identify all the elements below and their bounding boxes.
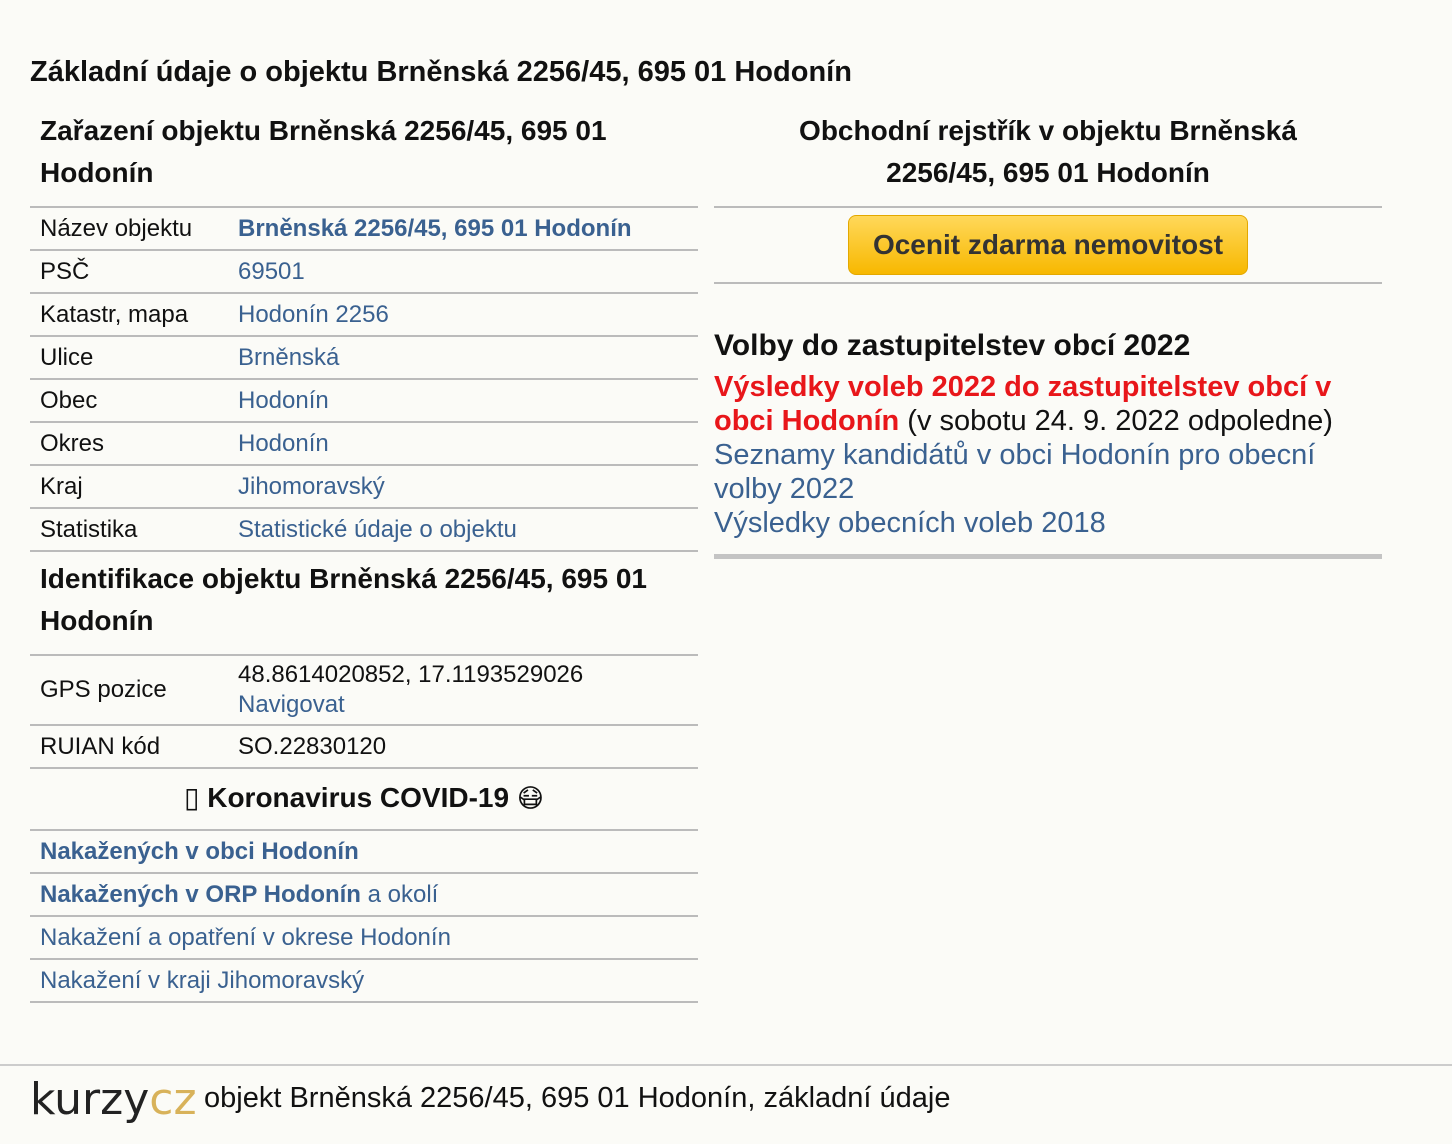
election-results-note: (v sobotu 24. 9. 2022 odpoledne) bbox=[899, 405, 1333, 437]
footer-text: objekt Brněnská 2256/45, 695 01 Hodonín,… bbox=[204, 1082, 951, 1114]
box-icon: ▯ bbox=[184, 782, 200, 813]
navigate-link[interactable]: Navigovat bbox=[238, 691, 345, 718]
covid-district-link[interactable]: Nakažení a opatření v okrese Hodonín bbox=[40, 924, 451, 951]
table-row: Název objektu Brněnská 2256/45, 695 01 H… bbox=[30, 206, 698, 251]
table-row: Obec Hodonín bbox=[30, 379, 698, 423]
classification-table: Název objektu Brněnská 2256/45, 695 01 H… bbox=[30, 206, 698, 552]
election-results-2018-link[interactable]: Výsledky obecních voleb 2018 bbox=[714, 507, 1106, 539]
gps-label: GPS pozice bbox=[30, 654, 228, 726]
row-label: Obec bbox=[30, 379, 228, 423]
row-label: Kraj bbox=[30, 465, 228, 509]
covid-orp-link[interactable]: Nakažených v ORP Hodonín bbox=[40, 881, 361, 908]
table-row: GPS pozice 48.8614020852, 17.1193529026 … bbox=[30, 654, 698, 726]
identification-title: Identifikace objektu Brněnská 2256/45, 6… bbox=[40, 563, 647, 636]
table-row: Katastr, mapa Hodonín 2256 bbox=[30, 293, 698, 337]
statistics-link[interactable]: Statistické údaje o objektu bbox=[238, 516, 517, 543]
logo-kurzy: kurzy bbox=[30, 1074, 150, 1125]
left-column: Zařazení objektu Brněnská 2256/45, 695 0… bbox=[30, 110, 698, 1003]
covid-region-link[interactable]: Nakažení v kraji Jihomoravský bbox=[40, 967, 364, 994]
row-label: Název objektu bbox=[30, 206, 228, 251]
covid-title: ▯ Koronavirus COVID-19 😷 bbox=[30, 769, 698, 829]
ruian-label: RUIAN kód bbox=[30, 725, 228, 769]
covid-title-text: Koronavirus COVID-19 bbox=[207, 782, 510, 813]
identification-table: GPS pozice 48.8614020852, 17.1193529026 … bbox=[30, 654, 698, 769]
table-row: Nakažených v ORP Hodonín a okolí bbox=[30, 873, 698, 917]
logo-cz: cz bbox=[149, 1074, 197, 1125]
page-title: Základní údaje o objektu Brněnská 2256/4… bbox=[30, 56, 852, 88]
table-row: Okres Hodonín bbox=[30, 422, 698, 466]
table-row: Nakažení v kraji Jihomoravský bbox=[30, 959, 698, 1003]
business-register-title: Obchodní rejstřík v objektu Brněnská 225… bbox=[799, 115, 1297, 188]
psc-link[interactable]: 69501 bbox=[238, 258, 305, 285]
table-row: Nakažení a opatření v okrese Hodonín bbox=[30, 916, 698, 960]
region-link[interactable]: Jihomoravský bbox=[238, 473, 385, 500]
row-label: Ulice bbox=[30, 336, 228, 380]
covid-orp-suffix-link[interactable]: a okolí bbox=[361, 881, 439, 908]
ruian-value: SO.22830120 bbox=[228, 725, 698, 769]
table-row: Statistika Statistické údaje o objektu bbox=[30, 508, 698, 552]
district-link[interactable]: Hodonín bbox=[238, 430, 329, 457]
candidates-link[interactable]: Seznamy kandidátů v obci Hodonín pro obe… bbox=[714, 439, 1315, 505]
table-row: PSČ 69501 bbox=[30, 250, 698, 294]
gps-value: 48.8614020852, 17.1193529026 bbox=[238, 661, 584, 688]
municipality-link[interactable]: Hodonín bbox=[238, 387, 329, 414]
covid-table: Nakažených v obci Hodonín Nakažených v O… bbox=[30, 829, 698, 1003]
price-button-wrapper: Ocenit zdarma nemovitost bbox=[714, 206, 1382, 284]
table-row: RUIAN kód SO.22830120 bbox=[30, 725, 698, 769]
row-label: Okres bbox=[30, 422, 228, 466]
object-name-link[interactable]: Brněnská 2256/45, 695 01 Hodonín bbox=[238, 215, 632, 242]
table-row: Ulice Brněnská bbox=[30, 336, 698, 380]
footer: kurzycz objekt Brněnská 2256/45, 695 01 … bbox=[0, 1064, 1452, 1144]
elections-body: Výsledky voleb 2022 do zastupitelstev ob… bbox=[714, 370, 1382, 559]
table-row: Nakažených v obci Hodonín bbox=[30, 829, 698, 874]
row-label: PSČ bbox=[30, 250, 228, 294]
row-label: Katastr, mapa bbox=[30, 293, 228, 337]
kurzy-logo[interactable]: kurzycz bbox=[30, 1074, 197, 1125]
covid-municipality-link[interactable]: Nakažených v obci Hodonín bbox=[40, 838, 359, 865]
classification-title: Zařazení objektu Brněnská 2256/45, 695 0… bbox=[40, 115, 607, 188]
price-property-button[interactable]: Ocenit zdarma nemovitost bbox=[847, 215, 1249, 275]
face-mask-icon: 😷 bbox=[516, 783, 544, 813]
street-link[interactable]: Brněnská bbox=[238, 344, 339, 371]
right-column: Obchodní rejstřík v objektu Brněnská 225… bbox=[714, 110, 1382, 559]
elections-title: Volby do zastupitelstev obcí 2022 bbox=[714, 329, 1191, 362]
cadastre-link[interactable]: Hodonín 2256 bbox=[238, 301, 389, 328]
table-row: Kraj Jihomoravský bbox=[30, 465, 698, 509]
row-label: Statistika bbox=[30, 508, 228, 552]
